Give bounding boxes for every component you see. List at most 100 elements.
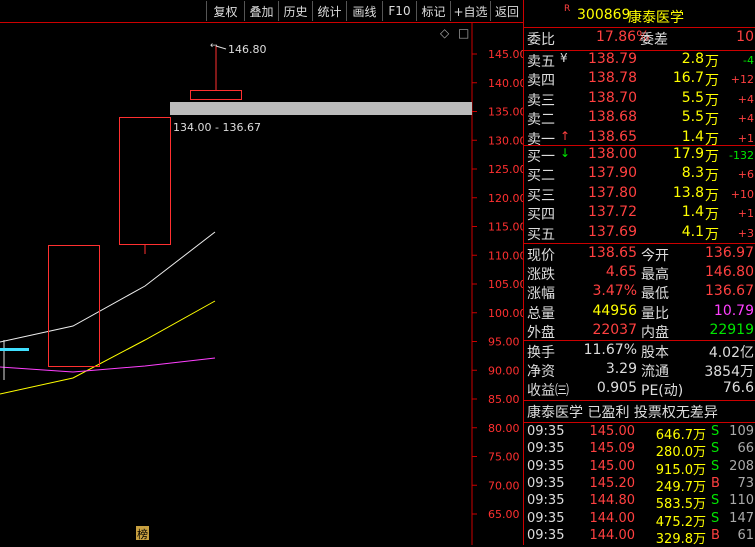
- candle-body: [190, 90, 242, 100]
- quote-panel: R 300869 康泰医学 委比 17.86% 委差 10 卖五 ¥138.79 2…: [523, 0, 755, 547]
- f10-button[interactable]: F10: [382, 1, 416, 21]
- quote-value: 146.80: [705, 264, 754, 281]
- stock-header: R 300869 康泰医学: [524, 4, 755, 26]
- axis-tick-label: 100.00: [488, 307, 523, 320]
- mark-button[interactable]: 标记: [416, 1, 450, 21]
- book-change: +4: [737, 112, 754, 126]
- book-volume: 1.4: [681, 128, 704, 145]
- fundamental-row: 净资 3.29 流通 3854万: [524, 361, 755, 380]
- tick-row[interactable]: 09:35 144.80 583.5万 S 110: [524, 493, 755, 513]
- tick-row[interactable]: 09:35 144.00 475.2万 S 147: [524, 510, 755, 530]
- bid-row[interactable]: 买四 137.72 1.4 万 +1: [524, 204, 755, 223]
- kline-chart[interactable]: 134.00 - 136.67 146.80 ← ◇ □ 145.00 140.0…: [0, 22, 523, 545]
- quote-value: 138.65: [588, 245, 637, 261]
- tick-count: 61: [737, 527, 754, 543]
- tick-row[interactable]: 09:35 145.00 646.7万 S 109: [524, 424, 755, 443]
- quote-value: 22919: [709, 321, 754, 338]
- fundamental-value: 3854万: [704, 364, 754, 380]
- quote-row: 涨跌 4.65 最高 146.80: [524, 264, 755, 283]
- tick-time: 09:35: [527, 424, 565, 439]
- tick-side: S: [711, 458, 720, 474]
- book-volume: 1.4: [681, 204, 704, 221]
- bid-row[interactable]: 买三 137.80 13.8 万 +10: [524, 185, 755, 204]
- book-unit: 万: [705, 226, 719, 243]
- book-price: 137.90: [588, 165, 637, 182]
- axis-tick-label: 110.00: [488, 249, 523, 262]
- tick-side: B: [711, 527, 720, 543]
- ask-row[interactable]: 卖四 138.78 16.7 万 +12: [524, 70, 755, 89]
- book-level-label: 卖三: [527, 92, 555, 109]
- tick-time: 09:35: [527, 510, 565, 526]
- fundamental-label: 股本: [641, 345, 669, 361]
- bid-row[interactable]: 买二 137.90 8.3 万 +6: [524, 165, 755, 184]
- ask-row[interactable]: 卖五 ¥138.79 2.8 万 -4: [524, 51, 755, 70]
- tick-time: 09:35: [527, 458, 565, 474]
- quote-value: 44956: [592, 302, 637, 319]
- book-change: +1: [737, 207, 754, 221]
- fundamental-value: 4.02亿: [708, 345, 754, 361]
- book-volume: 5.5: [681, 109, 704, 126]
- window-icon[interactable]: □: [458, 26, 469, 40]
- book-level-label: 买五: [527, 226, 555, 243]
- tick-row[interactable]: 09:35 145.00 915.0万 S 208: [524, 458, 755, 478]
- back-button[interactable]: 返回: [490, 1, 523, 21]
- gap-band: [170, 102, 472, 115]
- tick-time: 09:35: [527, 527, 565, 543]
- candle-body: [119, 117, 171, 245]
- tick-side: S: [711, 424, 720, 439]
- diamond-icon[interactable]: ◇: [440, 26, 450, 40]
- axis-tick-label: 75.00: [488, 451, 520, 464]
- bid-row[interactable]: 买一 ↓ 138.00 17.9 万 -132: [524, 146, 755, 165]
- ask-row[interactable]: 卖二 138.68 5.5 万 +4: [524, 109, 755, 128]
- fundamental-value: 11.67%: [583, 342, 637, 358]
- book-volume: 4.1: [681, 223, 704, 240]
- axis-tick-label: 80.00: [488, 422, 520, 435]
- tick-time: 09:35: [527, 493, 565, 509]
- statistics-button[interactable]: 统计: [312, 1, 346, 21]
- quote-label: 现价: [527, 248, 555, 264]
- axis-tick-label: 115.00: [488, 221, 523, 234]
- book-unit: 万: [705, 168, 719, 185]
- book-unit: 万: [705, 149, 719, 165]
- book-volume: 2.8: [681, 51, 704, 67]
- ask-row[interactable]: 卖三 138.70 5.5 万 +4: [524, 90, 755, 109]
- axis-tick-label: 130.00: [488, 134, 523, 147]
- tick-volume: 583.5万: [655, 497, 706, 513]
- book-level-label: 买三: [527, 187, 555, 204]
- tick-time: 09:35: [527, 475, 565, 491]
- quote-value: 3.47%: [592, 283, 637, 300]
- tick-row[interactable]: 09:35 144.00 329.8万 B 61: [524, 527, 755, 547]
- ma5-line: [0, 231, 216, 343]
- book-change: +10: [730, 187, 754, 201]
- book-price: 137.69: [588, 223, 637, 240]
- overlay-button[interactable]: 叠加: [244, 1, 278, 21]
- axis-tick-label: 65.00: [488, 508, 520, 521]
- tick-price: 144.00: [589, 510, 636, 526]
- high-label: 146.80: [228, 43, 267, 56]
- gap-label: 134.00 - 136.67: [173, 121, 261, 134]
- quote-label: 涨跌: [527, 267, 555, 284]
- bid-row[interactable]: 买五 137.69 4.1 万 +3: [524, 224, 755, 243]
- quote-label: 最低: [641, 286, 669, 303]
- tick-side: S: [711, 493, 720, 509]
- quote-label: 最高: [641, 267, 669, 284]
- fuquan-button[interactable]: 复权: [206, 1, 244, 21]
- history-button[interactable]: 历史: [278, 1, 312, 21]
- quote-value: 136.97: [705, 245, 754, 261]
- book-unit: 万: [705, 187, 719, 204]
- quote-row: 涨幅 3.47% 最低 136.67: [524, 283, 755, 302]
- axis-tick-label: 140.00: [488, 77, 523, 90]
- ranking-marker[interactable]: 榜: [137, 527, 148, 541]
- quote-label: 总量: [527, 305, 555, 322]
- tick-count: 147: [729, 510, 754, 526]
- tick-row[interactable]: 09:35 145.20 249.7万 B 73: [524, 475, 755, 495]
- tick-row[interactable]: 09:35 145.09 280.0万 S 66: [524, 441, 755, 460]
- quote-label: 量比: [641, 305, 669, 322]
- chart-toolbar: 复权 叠加 历史 统计 画线 F10 标记 +自选 返回: [0, 0, 523, 22]
- draw-line-button[interactable]: 画线: [346, 1, 382, 21]
- add-favorite-button[interactable]: +自选: [450, 1, 490, 21]
- quote-row: 外盘 22037 内盘 22919: [524, 322, 755, 341]
- book-volume: 13.8: [672, 184, 704, 201]
- tick-price: 144.00: [589, 527, 636, 543]
- book-change: +6: [737, 168, 754, 182]
